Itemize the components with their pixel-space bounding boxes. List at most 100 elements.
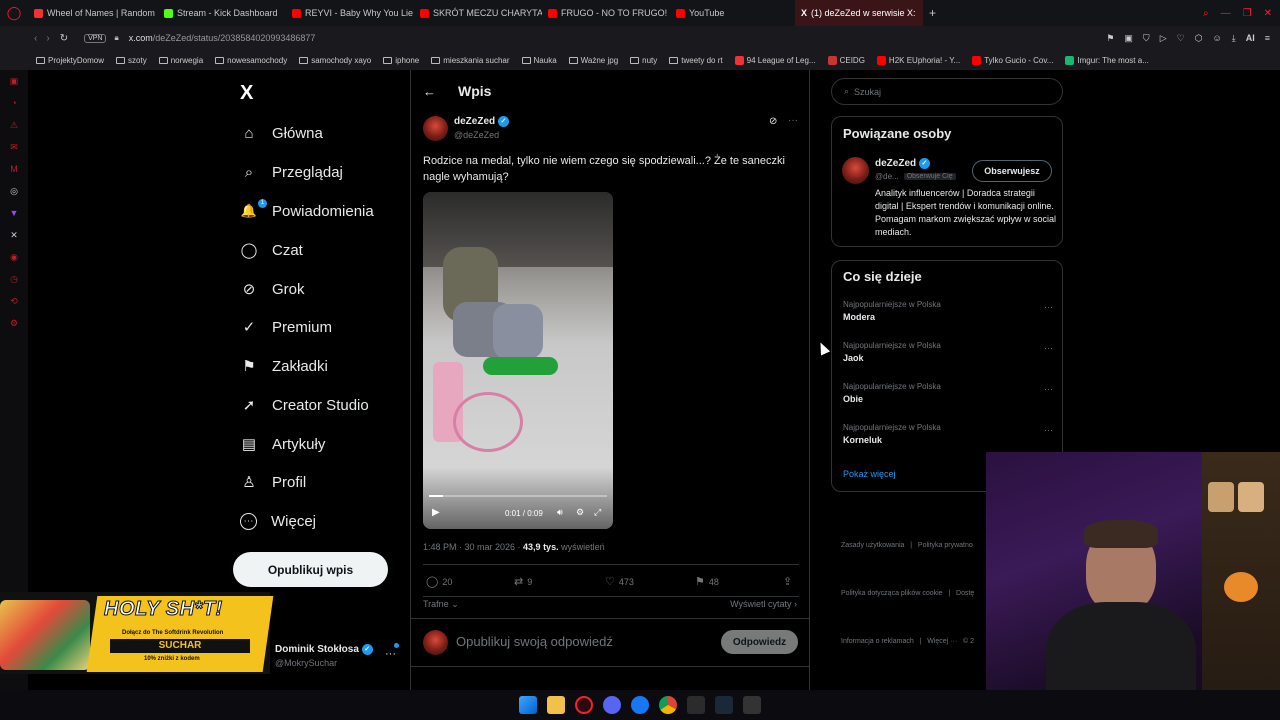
nav-item-premium[interactable]: ✓ Premium bbox=[240, 312, 332, 342]
sort-dropdown[interactable]: Trafne ⌄ bbox=[423, 599, 459, 610]
bookmark-item[interactable]: 94 League of Leg... bbox=[734, 55, 816, 65]
grok-explain-icon[interactable]: ⊘ bbox=[769, 116, 777, 127]
file-explorer-icon[interactable] bbox=[547, 696, 565, 714]
search-tabs-icon[interactable]: ⌕ bbox=[1203, 8, 1209, 19]
author-name[interactable]: deZeZed bbox=[454, 116, 495, 127]
footer-line[interactable]: Zasady użytkowania | Polityka prywatno bbox=[841, 538, 974, 554]
trend-more-icon[interactable]: ··· bbox=[1044, 425, 1053, 435]
maximize-icon[interactable]: ❐ bbox=[1243, 8, 1252, 19]
footer-line[interactable]: Polityka dotycząca plików cookie | Dostę bbox=[841, 586, 974, 602]
opera-taskbar-icon[interactable] bbox=[575, 696, 593, 714]
sidebar-app-icon[interactable]: ◉ bbox=[0, 246, 28, 268]
trend-item[interactable]: Najpopularniejsze w Polska Korneluk ··· bbox=[843, 423, 1053, 445]
sidebar-app-icon[interactable]: M bbox=[0, 158, 28, 180]
tab-skrot-meczu[interactable]: SKRÓT MECZU CHARYTA bbox=[414, 0, 542, 26]
footer-line[interactable]: Informacja o reklamach | Więcej ··· © 2 bbox=[841, 634, 974, 650]
bookmark-item[interactable]: CEIDG bbox=[827, 55, 865, 65]
steam-icon[interactable] bbox=[715, 696, 733, 714]
sidebar-app-icon[interactable]: ◔ bbox=[0, 92, 28, 114]
account-switcher[interactable]: Dominik Stokłosa ✓ @MokrySuchar ··· bbox=[275, 643, 405, 668]
x-sidebar-icon[interactable]: ✕ bbox=[0, 224, 28, 246]
twitch-icon[interactable]: ▼ bbox=[0, 202, 28, 224]
show-more-link[interactable]: Pokaż więcej bbox=[843, 469, 896, 479]
bookmark-item[interactable]: iphone bbox=[383, 56, 419, 65]
bookmark-item[interactable]: szoty bbox=[116, 56, 147, 65]
nav-item-creator-studio[interactable]: ➚ Creator Studio bbox=[240, 390, 369, 420]
bookmark-item[interactable]: Tylko Gucio - Cov... bbox=[972, 55, 1053, 65]
snapshot-icon[interactable]: ▣ bbox=[1124, 33, 1133, 44]
extensions-icon[interactable]: ⬡ bbox=[1195, 33, 1203, 44]
forward-icon[interactable]: › bbox=[46, 33, 49, 44]
tab-kick-dashboard[interactable]: Stream - Kick Dashboard bbox=[158, 0, 286, 26]
discord-icon[interactable] bbox=[603, 696, 621, 714]
trend-item[interactable]: Najpopularniejsze w Polska Obie ··· bbox=[843, 382, 1053, 404]
sidebar-app-icon[interactable]: ▣ bbox=[0, 70, 28, 92]
tab-wheel-of-names[interactable]: Wheel of Names | Random bbox=[28, 0, 158, 26]
player-icon[interactable]: ▷ bbox=[1160, 33, 1167, 44]
heart-icon[interactable]: ♡ bbox=[1177, 33, 1185, 44]
video-progress-bar[interactable] bbox=[429, 495, 607, 497]
chrome-icon[interactable] bbox=[659, 696, 677, 714]
trend-item[interactable]: Najpopularniejsze w Polska Jaok ··· bbox=[843, 341, 1053, 363]
sidebar-app-icon[interactable]: ⚠ bbox=[0, 114, 28, 136]
tab-reyvi[interactable]: REYVI - Baby Why You Lie bbox=[286, 0, 414, 26]
bookmark-item[interactable]: mieszkania suchar bbox=[431, 56, 510, 65]
history-icon[interactable]: ◷ bbox=[0, 268, 28, 290]
bookmark-item[interactable]: Imgur: The most a... bbox=[1065, 55, 1149, 65]
trend-more-icon[interactable]: ··· bbox=[1044, 302, 1053, 312]
settings-icon[interactable]: ⚙ bbox=[0, 312, 28, 334]
tab-youtube[interactable]: YouTube bbox=[670, 0, 795, 26]
minimize-icon[interactable]: — bbox=[1221, 8, 1231, 19]
nav-item-profile[interactable]: ♙ Profil bbox=[240, 467, 306, 497]
profile-icon[interactable]: ☺ bbox=[1213, 33, 1222, 43]
vpn-badge[interactable]: VPN bbox=[84, 33, 107, 43]
repost-button[interactable]: ⇄ 9 bbox=[514, 575, 532, 588]
bookmark-page-icon[interactable]: ⚑ bbox=[1106, 33, 1114, 44]
opera-logo-icon[interactable]: ◯ bbox=[0, 5, 28, 21]
nav-item-chat[interactable]: ◯ Czat bbox=[240, 235, 303, 265]
related-name[interactable]: deZeZed bbox=[875, 158, 916, 169]
post-button[interactable]: Opublikuj wpis bbox=[233, 552, 388, 587]
bookmark-item[interactable]: norwegia bbox=[158, 56, 203, 65]
video-settings-icon[interactable]: ⚙ bbox=[576, 507, 584, 518]
reply-button[interactable]: ◯ 20 bbox=[426, 575, 452, 588]
reply-button-submit[interactable]: Odpowiedz bbox=[721, 630, 798, 654]
tab-dezezed-x[interactable]: X(1) deZeZed w serwisie X:✕ bbox=[795, 0, 923, 26]
author-avatar[interactable] bbox=[423, 116, 448, 141]
bookmark-item[interactable]: nuty bbox=[630, 56, 657, 65]
play-icon[interactable]: ▶ bbox=[432, 507, 440, 518]
menu-icon[interactable]: ≡ bbox=[1265, 33, 1270, 43]
sidebar-app-icon[interactable]: ⟲ bbox=[0, 290, 28, 312]
bookmark-item[interactable]: Nauka bbox=[521, 56, 557, 65]
bookmark-button[interactable]: ⚑ 48 bbox=[695, 575, 719, 588]
share-icon[interactable]: ⇪ bbox=[783, 575, 792, 588]
nav-item-notifications[interactable]: 🔔 1 Powiadomienia bbox=[240, 196, 374, 226]
new-tab-button[interactable]: + bbox=[923, 0, 942, 26]
sidebar-app-icon[interactable]: ✉ bbox=[0, 136, 28, 158]
nav-item-explore[interactable]: ⌕ Przeglądaj bbox=[240, 157, 343, 187]
video-player[interactable]: ▶ 0:01 / 0:09 🔊︎ ⚙ ⤢ bbox=[423, 192, 613, 529]
bookmark-item[interactable]: Ważne jpg bbox=[568, 56, 618, 65]
view-quotes-link[interactable]: Wyświetl cytaty › bbox=[730, 599, 797, 609]
tab-frugo[interactable]: FRUGO - NO TO FRUGO! bbox=[542, 0, 670, 26]
bookmark-item[interactable]: samochody xayo bbox=[299, 56, 371, 65]
terminal-icon[interactable] bbox=[687, 696, 705, 714]
post-more-icon[interactable]: ··· bbox=[788, 115, 798, 126]
sidebar-app-icon[interactable]: ◎ bbox=[0, 180, 28, 202]
bookmark-item[interactable]: ProjektyDomow bbox=[36, 56, 104, 65]
ai-button[interactable]: AI bbox=[1246, 33, 1255, 43]
following-button[interactable]: Obserwujesz bbox=[972, 160, 1052, 182]
volume-icon[interactable]: 🔊︎ bbox=[557, 507, 563, 518]
nav-item-grok[interactable]: ⊘ Grok bbox=[240, 274, 305, 304]
url-field[interactable]: x.com/deZeZed/status/2038584020993486877 bbox=[129, 33, 316, 43]
author-handle[interactable]: @deZeZed bbox=[454, 130, 509, 140]
back-icon[interactable]: ‹ bbox=[34, 33, 37, 44]
bookmark-item[interactable]: nowesamochody bbox=[215, 56, 287, 65]
like-button[interactable]: ♡ 473 bbox=[605, 575, 634, 588]
nav-item-more[interactable]: ⋯ Więcej bbox=[240, 506, 316, 536]
post-timestamp[interactable]: 1:48 PM · 30 mar 2026 · bbox=[423, 542, 523, 552]
search-input[interactable]: ⌕ Szukaj bbox=[831, 78, 1063, 105]
trend-more-icon[interactable]: ··· bbox=[1044, 343, 1053, 353]
facebook-icon[interactable] bbox=[631, 696, 649, 714]
app-icon[interactable] bbox=[743, 696, 761, 714]
